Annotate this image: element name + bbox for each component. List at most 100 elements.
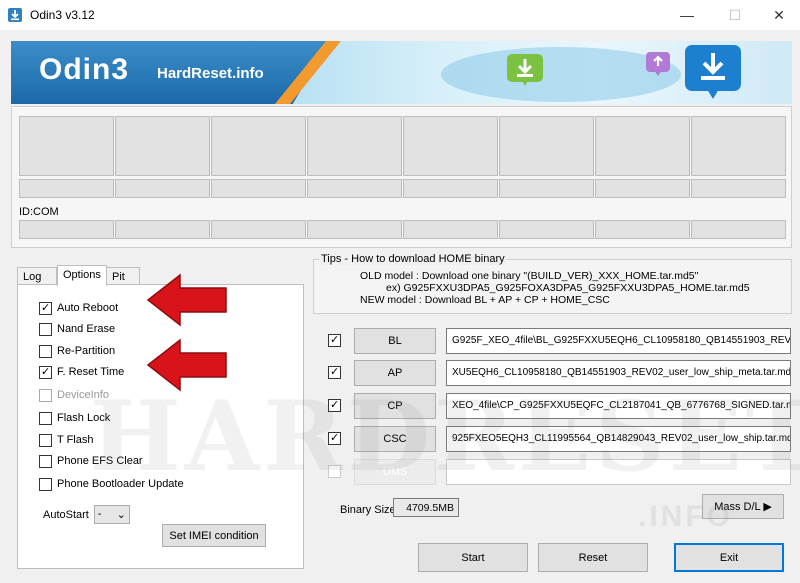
bl-checkbox[interactable] <box>328 334 341 347</box>
port-progress-bar <box>691 179 786 198</box>
phone-efs-clear-checkbox[interactable] <box>39 454 52 468</box>
file-row-cp: CP XEO_4file\CP_G925FXXU5EQFC_CL2187041_… <box>313 393 792 419</box>
file-row-ums: UMS <box>313 459 792 485</box>
file-row-csc: CSC 925FXEO5EQH3_CL11995564_QB14829043_R… <box>313 426 792 452</box>
option-label: DeviceInfo <box>57 389 109 401</box>
csc-button[interactable]: CSC <box>354 426 436 452</box>
tips-line: OLD model : Download one binary "(BUILD_… <box>360 270 699 282</box>
close-button[interactable]: ✕ <box>756 0 800 30</box>
f-reset-time-checkbox[interactable] <box>39 365 52 379</box>
download-icon-green <box>507 54 543 86</box>
option-label: Re-Partition <box>57 345 116 357</box>
port-progress-bar <box>211 179 306 198</box>
id-com-box <box>19 220 114 239</box>
autostart-label: AutoStart <box>43 508 89 521</box>
t-flash-checkbox[interactable] <box>39 433 52 447</box>
mass-dl-button[interactable]: Mass D/L ▶ <box>702 494 784 519</box>
option-phone-efs-clear[interactable]: Phone EFS Clear <box>39 453 143 469</box>
csc-checkbox[interactable] <box>328 432 341 445</box>
download-icon-blue <box>685 45 741 99</box>
option-f-reset-time[interactable]: F. Reset Time <box>39 364 124 380</box>
reset-button[interactable]: Reset <box>538 543 648 572</box>
option-phone-bootloader-update[interactable]: Phone Bootloader Update <box>39 476 184 492</box>
options-panel: Auto Reboot Nand Erase Re-Partition F. R… <box>17 273 304 569</box>
port-slot <box>115 116 210 176</box>
port-progress-bar <box>595 179 690 198</box>
port-slot <box>211 116 306 176</box>
port-slot <box>403 116 498 176</box>
autostart-select[interactable]: - ⌄ <box>93 505 130 524</box>
port-slot <box>595 116 690 176</box>
bl-button[interactable]: BL <box>354 328 436 354</box>
ums-checkbox <box>328 465 341 478</box>
option-label: T Flash <box>57 434 94 446</box>
auto-reboot-checkbox[interactable] <box>39 301 52 315</box>
option-label: Phone EFS Clear <box>57 455 143 467</box>
bl-file-path: G925F_XEO_4file\BL_G925FXXU5EQH6_CL10958… <box>446 328 791 354</box>
port-progress-bar <box>19 179 114 198</box>
phone-bootloader-update-checkbox[interactable] <box>39 477 52 491</box>
id-com-box <box>211 220 306 239</box>
ap-file-path: XU5EQH6_CL10958180_QB14551903_REV02_user… <box>446 360 791 386</box>
tips-legend: Tips - How to download HOME binary <box>319 253 507 265</box>
port-progress-bar <box>403 179 498 198</box>
file-row-ap: AP XU5EQH6_CL10958180_QB14551903_REV02_u… <box>313 360 792 386</box>
window-title: Odin3 v3.12 <box>30 8 95 22</box>
tips-panel: Tips - How to download HOME binary OLD m… <box>313 253 792 314</box>
firmware-files-panel: BL G925F_XEO_4file\BL_G925FXXU5EQH6_CL10… <box>313 320 792 490</box>
id-com-box <box>595 220 690 239</box>
maximize-button[interactable]: ☐ <box>712 0 758 30</box>
device-info-checkbox <box>39 388 52 402</box>
cp-file-path: XEO_4file\CP_G925FXXU5EQFC_CL2187041_QB_… <box>446 393 791 419</box>
id-com-box <box>115 220 210 239</box>
flash-lock-checkbox[interactable] <box>39 411 52 425</box>
odin-app-icon <box>8 8 22 22</box>
nand-erase-checkbox[interactable] <box>39 322 52 336</box>
option-re-partition[interactable]: Re-Partition <box>39 343 115 359</box>
option-flash-lock[interactable]: Flash Lock <box>39 410 110 426</box>
ap-checkbox[interactable] <box>328 366 341 379</box>
tab-options[interactable]: Options <box>57 265 107 286</box>
red-arrow-icon <box>146 338 227 392</box>
red-arrow-icon <box>146 273 227 327</box>
id-com-label: ID:COM <box>19 206 59 218</box>
port-progress-bar <box>499 179 594 198</box>
ap-button[interactable]: AP <box>354 360 436 386</box>
option-t-flash[interactable]: T Flash <box>39 432 93 448</box>
option-label: Phone Bootloader Update <box>57 478 184 490</box>
binary-size-value: 4709.5MB <box>393 498 459 517</box>
binary-size-label: Binary Size <box>340 504 396 516</box>
port-slot <box>499 116 594 176</box>
port-slot <box>307 116 402 176</box>
upload-icon-purple <box>646 52 670 76</box>
id-com-box <box>691 220 786 239</box>
port-progress-bar <box>115 179 210 198</box>
title-bar: Odin3 v3.12 — ☐ ✕ <box>0 0 800 30</box>
id-com-box <box>403 220 498 239</box>
port-progress-bar <box>307 179 402 198</box>
tips-line: NEW model : Download BL + AP + CP + HOME… <box>360 294 610 306</box>
cp-button[interactable]: CP <box>354 393 436 419</box>
option-auto-reboot[interactable]: Auto Reboot <box>39 300 118 316</box>
re-partition-checkbox[interactable] <box>39 344 52 358</box>
set-imei-condition-button[interactable]: Set IMEI condition <box>162 524 266 547</box>
ums-button: UMS <box>354 459 436 485</box>
option-label: Nand Erase <box>57 323 116 335</box>
start-button[interactable]: Start <box>418 543 528 572</box>
cp-checkbox[interactable] <box>328 399 341 412</box>
autostart-control: AutoStart - ⌄ <box>43 505 130 524</box>
minimize-button[interactable]: — <box>664 0 710 30</box>
option-device-info: DeviceInfo <box>39 387 109 403</box>
hardreset-site-text: HardReset.info <box>157 65 264 82</box>
option-label: Auto Reboot <box>57 302 119 314</box>
exit-button[interactable]: Exit <box>674 543 784 572</box>
port-slot <box>691 116 786 176</box>
chevron-down-icon: ⌄ <box>116 509 126 521</box>
option-label: F. Reset Time <box>57 366 125 378</box>
ums-file-path <box>446 459 791 485</box>
option-label: Flash Lock <box>57 412 111 424</box>
port-slot <box>19 116 114 176</box>
device-ports-panel: ID:COM <box>11 106 792 248</box>
file-row-bl: BL G925F_XEO_4file\BL_G925FXXU5EQH6_CL10… <box>313 328 792 354</box>
option-nand-erase[interactable]: Nand Erase <box>39 321 115 337</box>
